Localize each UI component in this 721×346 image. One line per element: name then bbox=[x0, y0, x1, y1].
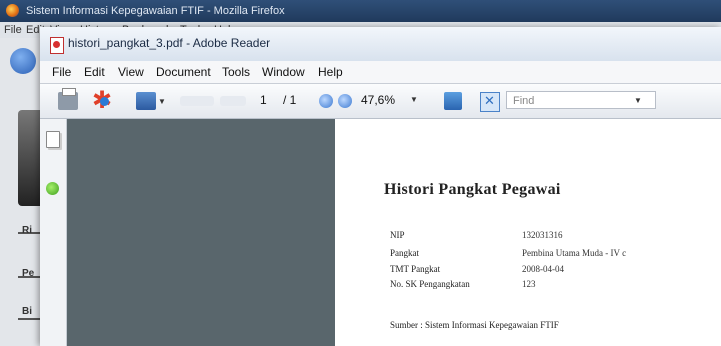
chevron-down-icon[interactable]: ▼ bbox=[410, 95, 418, 104]
document-source-note: Sumber : Sistem Informasi Kepegawaian FT… bbox=[390, 320, 559, 330]
disabled-nav-icon bbox=[180, 96, 214, 106]
page-total: / 1 bbox=[283, 93, 297, 107]
pdf-page: Histori Pangkat Pegawai NIP 132031316 Pa… bbox=[335, 119, 721, 346]
menu-view[interactable]: View bbox=[118, 65, 144, 79]
firefox-menu-file[interactable]: File bbox=[4, 22, 22, 38]
pdf-icon bbox=[50, 37, 64, 54]
divider bbox=[18, 318, 40, 320]
reader-title-bar: histori_pangkat_3.pdf - Adobe Reader bbox=[40, 27, 721, 61]
menu-help[interactable]: Help bbox=[318, 65, 343, 79]
sidebar-link-pe[interactable]: Pe bbox=[22, 268, 34, 279]
page-number-input[interactable]: 1 bbox=[260, 93, 267, 107]
pages-icon[interactable] bbox=[136, 92, 156, 110]
reader-toolbar: ▼ 1 / 1 47,6% ▼ Find ▼ bbox=[40, 84, 721, 119]
navigation-pane bbox=[40, 119, 67, 346]
field-value-pangkat: Pembina Utama Muda - IV c bbox=[522, 248, 627, 258]
field-value-tmt-pangkat: 2008-04-04 bbox=[522, 264, 564, 274]
attachments-panel-icon[interactable] bbox=[46, 182, 59, 195]
field-value-nip: 132031316 bbox=[522, 230, 563, 240]
adobe-reader-window: histori_pangkat_3.pdf - Adobe Reader Fil… bbox=[40, 27, 721, 346]
field-label-tmt-pangkat: TMT Pangkat bbox=[390, 264, 441, 274]
menu-window[interactable]: Window bbox=[262, 65, 305, 79]
disabled-nav-icon bbox=[220, 96, 246, 106]
field-value-no-sk: 123 bbox=[522, 279, 536, 289]
menu-tools[interactable]: Tools bbox=[222, 65, 250, 79]
pages-panel-icon[interactable] bbox=[46, 131, 60, 148]
chevron-down-icon[interactable]: ▼ bbox=[158, 97, 166, 106]
firefox-window-title: Sistem Informasi Kepegawaian FTIF - Mozi… bbox=[26, 5, 285, 17]
collaborate-icon[interactable] bbox=[92, 86, 112, 115]
menu-file[interactable]: File bbox=[52, 65, 71, 79]
document-title: Histori Pangkat Pegawai bbox=[384, 181, 561, 198]
print-icon[interactable] bbox=[58, 88, 78, 110]
zoom-in-icon[interactable] bbox=[338, 94, 352, 108]
zoom-out-icon[interactable] bbox=[319, 94, 333, 108]
firefox-icon bbox=[6, 4, 19, 17]
chevron-down-icon[interactable]: ▼ bbox=[634, 96, 642, 105]
back-button-icon[interactable] bbox=[10, 48, 36, 74]
field-label-pangkat: Pangkat bbox=[390, 248, 419, 258]
reader-menu-bar: File Edit View Document Tools Window Hel… bbox=[40, 61, 721, 84]
sidebar-link-ri[interactable]: Ri bbox=[22, 225, 32, 236]
sidebar-link-bi[interactable]: Bi bbox=[22, 306, 32, 317]
menu-document[interactable]: Document bbox=[156, 65, 211, 79]
field-label-nip: NIP bbox=[390, 230, 405, 240]
zoom-level-select[interactable]: 47,6% bbox=[361, 93, 395, 107]
menu-edit[interactable]: Edit bbox=[84, 65, 105, 79]
reader-window-title: histori_pangkat_3.pdf - Adobe Reader bbox=[68, 36, 271, 50]
firefox-title-bar: Sistem Informasi Kepegawaian FTIF - Mozi… bbox=[0, 0, 721, 22]
fit-page-icon[interactable] bbox=[444, 92, 462, 110]
fit-width-icon[interactable] bbox=[480, 92, 500, 112]
field-label-no-sk: No. SK Pengangkatan bbox=[390, 279, 470, 289]
document-canvas-background bbox=[67, 119, 335, 346]
